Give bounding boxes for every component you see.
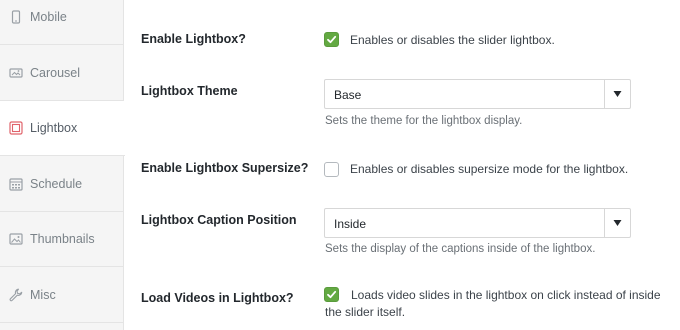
lightbox-theme-select[interactable]: Base: [324, 79, 631, 109]
checkmark-icon: [327, 290, 337, 299]
wrench-icon: [9, 288, 23, 302]
lightbox-icon: [9, 121, 23, 135]
load-videos-label: Load Videos in Lightbox?: [141, 291, 294, 305]
sidebar-item-label: Lightbox: [30, 121, 78, 135]
enable-supersize-label: Enable Lightbox Supersize?: [141, 161, 309, 175]
lightbox-theme-value: Base: [334, 88, 362, 102]
sidebar-item-thumbnails[interactable]: Thumbnails: [0, 212, 124, 267]
lightbox-theme-label: Lightbox Theme: [141, 84, 238, 98]
mobile-icon: [9, 10, 23, 24]
select-divider: [604, 209, 605, 237]
chevron-down-icon: [613, 219, 622, 227]
image-icon: [9, 232, 23, 246]
enable-lightbox-checkbox[interactable]: [324, 32, 339, 47]
enable-supersize-description: Enables or disables supersize mode for t…: [350, 162, 629, 176]
sidebar-item-misc[interactable]: Misc: [0, 268, 124, 323]
sidebar-item-schedule[interactable]: Schedule: [0, 157, 124, 212]
lightbox-theme-help: Sets the theme for the lightbox display.: [325, 115, 523, 127]
select-divider: [604, 80, 605, 108]
sidebar-item-label: Thumbnails: [30, 232, 95, 246]
carousel-icon: [9, 66, 23, 80]
load-videos-description: Loads video slides in the lightbox on cl…: [351, 288, 661, 302]
caption-position-select[interactable]: Inside: [324, 208, 631, 238]
sidebar-item-label: Misc: [30, 288, 56, 302]
caption-position-help: Sets the display of the captions inside …: [325, 243, 596, 255]
enable-lightbox-description: Enables or disables the slider lightbox.: [350, 33, 555, 47]
caption-position-label: Lightbox Caption Position: [141, 213, 297, 227]
checkmark-icon: [327, 35, 337, 44]
calendar-icon: [9, 177, 23, 191]
sidebar-item-label: Schedule: [30, 177, 83, 191]
load-videos-description-continued: the slider itself.: [325, 305, 406, 319]
sidebar-item-lightbox[interactable]: Lightbox: [0, 101, 125, 156]
sidebar-item-label: Mobile: [30, 10, 67, 24]
sidebar-item-label: Carousel: [30, 66, 81, 80]
enable-lightbox-label: Enable Lightbox?: [141, 32, 246, 46]
sidebar-item-carousel[interactable]: Carousel: [0, 46, 124, 101]
caption-position-value: Inside: [334, 217, 367, 231]
settings-sidebar: Mobile Carousel Lightbox Schedule Thumbn…: [0, 0, 125, 330]
sidebar-item-mobile[interactable]: Mobile: [0, 0, 124, 45]
chevron-down-icon: [613, 90, 622, 98]
load-videos-checkbox[interactable]: [324, 287, 339, 302]
enable-supersize-checkbox[interactable]: [324, 162, 339, 177]
